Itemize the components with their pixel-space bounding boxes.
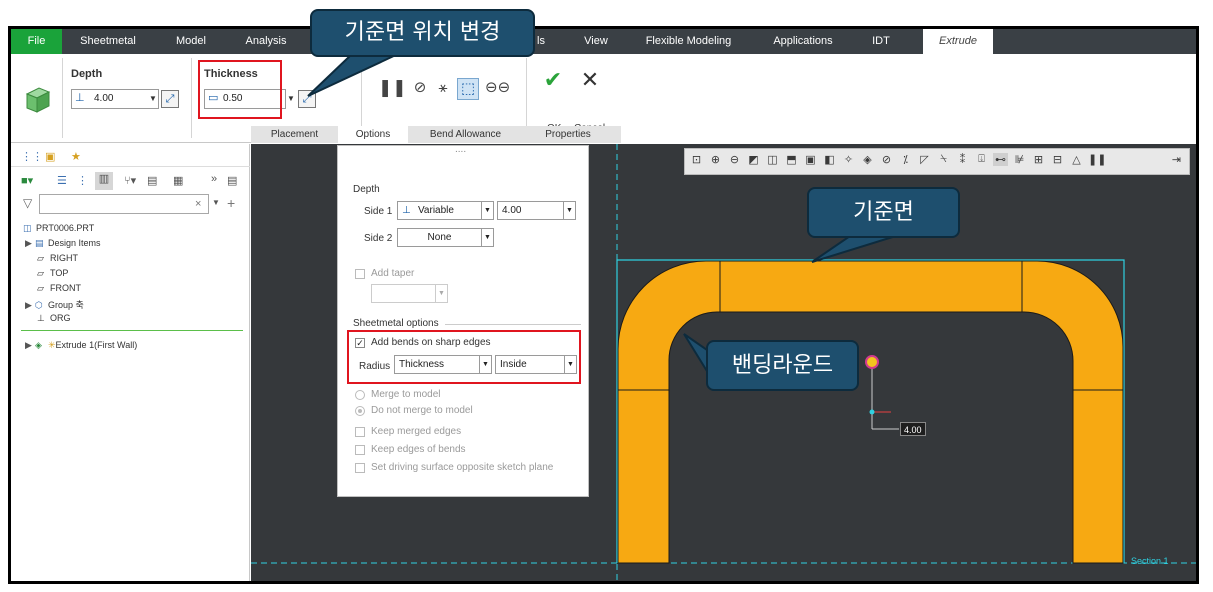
callout-bend-round: 밴딩라운드 [706,340,859,391]
callout-top-pointer [307,53,399,97]
callout-change-reference-position: 기준면 위치 변경 [310,9,535,57]
callout-mid-pointer [811,235,897,263]
callout-reference-plane: 기준면 [807,187,960,238]
callout-pointers [307,53,897,380]
